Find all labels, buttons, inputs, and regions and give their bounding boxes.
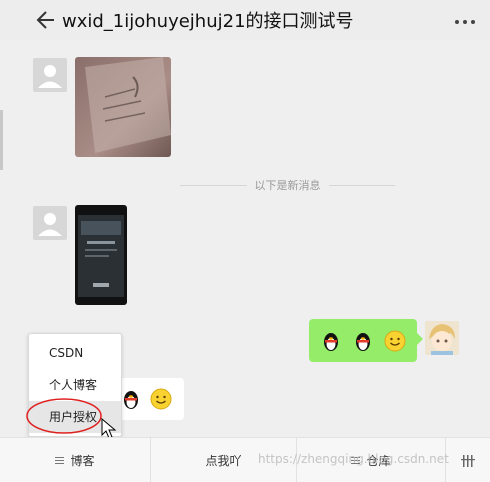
penguin-emoji-icon (356, 332, 370, 351)
divider-line (328, 184, 395, 186)
submenu-item-personal-blog[interactable]: 个人博客 (29, 369, 121, 401)
arrow-left-icon[interactable] (34, 8, 56, 32)
menu-button-repository[interactable]: 仓库 (297, 438, 445, 482)
anime-avatar-image (425, 321, 459, 355)
menu-button-click-me[interactable]: 点我吖 (151, 438, 296, 482)
menu-lines-icon (351, 457, 361, 464)
blog-submenu-popup: CSDN 个人博客 用户授权 (28, 333, 122, 437)
image-message-book-photo[interactable] (75, 57, 171, 157)
menu-lines-icon (55, 457, 65, 464)
book-photo-image (75, 57, 171, 157)
default-user-icon (38, 65, 62, 88)
smile-emoji-icon (384, 330, 406, 351)
image-message-book-cover[interactable] (75, 205, 127, 305)
chat-header: wxid_1ijohuyejhuj21的接口测试号 (0, 0, 490, 40)
penguin-emoji-icon (324, 332, 338, 351)
outgoing-emoji-message[interactable] (309, 319, 423, 362)
menu-label-click-me: 点我吖 (205, 454, 242, 468)
default-user-icon (38, 213, 62, 236)
submenu-item-csdn[interactable]: CSDN (29, 337, 121, 369)
penguin-emoji-icon (124, 391, 138, 409)
more-dots-icon[interactable] (453, 12, 477, 32)
new-messages-divider: 以下是新消息 (180, 178, 395, 192)
keyboard-toggle-button[interactable] (446, 438, 490, 482)
submenu-item-user-auth[interactable]: 用户授权 (29, 401, 121, 433)
book-cover-image (75, 205, 127, 305)
avatar[interactable] (33, 58, 67, 92)
scroll-indicator[interactable] (0, 110, 3, 170)
menu-label-blog: 博客 (70, 454, 95, 468)
smile-emoji-icon (150, 388, 172, 410)
avatar-self[interactable] (425, 321, 459, 355)
menu-button-blog[interactable]: 博客 (0, 438, 150, 482)
menu-label-repository: 仓库 (366, 454, 391, 468)
chat-title: wxid_1ijohuyejhuj21的接口测试号 (62, 11, 354, 32)
divider-line (180, 184, 247, 186)
new-messages-label: 以下是新消息 (254, 179, 321, 192)
bottom-menu-bar: 博客 点我吖 仓库 (0, 437, 490, 482)
keyboard-icon (461, 454, 475, 467)
avatar[interactable] (33, 206, 67, 240)
